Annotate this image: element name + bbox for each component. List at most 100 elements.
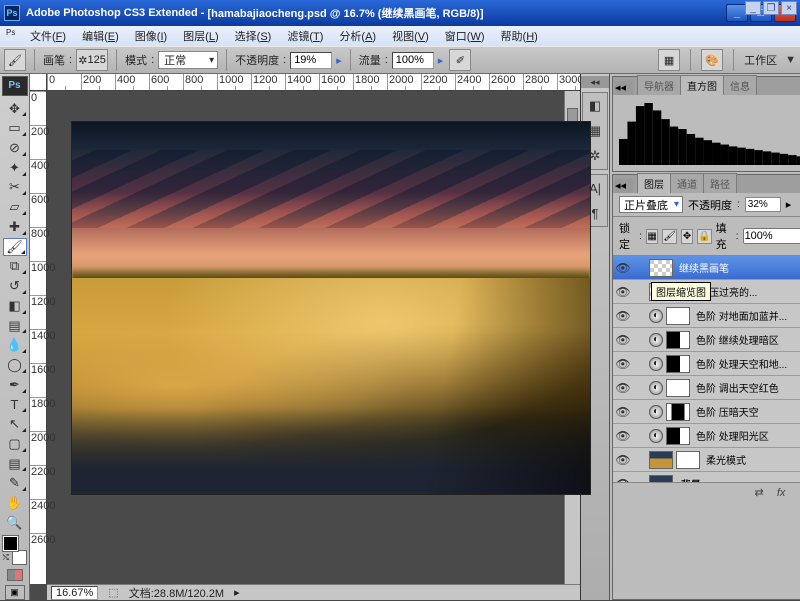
visibility-icon[interactable]: 👁: [613, 381, 633, 395]
menu-select[interactable]: 选择(S): [227, 26, 280, 46]
layer-name[interactable]: 柔光模式: [703, 452, 800, 467]
opacity-flyout-icon[interactable]: ▸: [336, 54, 342, 67]
visibility-icon[interactable]: 👁: [613, 453, 633, 467]
lock-paint-icon[interactable]: 🖌: [662, 229, 677, 244]
visibility-icon[interactable]: 👁: [613, 333, 633, 347]
crop-tool[interactable]: ✂: [3, 179, 27, 197]
history-brush-tool[interactable]: ↺: [3, 277, 27, 295]
notes-tool[interactable]: ▤: [3, 455, 27, 473]
layer-name[interactable]: 背景: [676, 476, 800, 482]
mask-thumb[interactable]: [666, 403, 690, 421]
lock-move-icon[interactable]: ✥: [681, 229, 693, 244]
slice-tool[interactable]: ▱: [3, 198, 27, 216]
eyedropper-tool[interactable]: ✎: [3, 474, 27, 492]
menu-file[interactable]: 文件(F): [22, 26, 74, 46]
layer-thumb[interactable]: [649, 451, 673, 469]
visibility-icon[interactable]: 👁: [613, 429, 633, 443]
doc-close-button[interactable]: ×: [781, 1, 797, 15]
quickmask-toggle[interactable]: [7, 569, 23, 582]
opacity-input[interactable]: [290, 52, 332, 69]
layer-name[interactable]: 色阶 对地面加蓝并...: [693, 308, 800, 323]
marquee-tool[interactable]: ▭: [3, 119, 27, 137]
fill-input[interactable]: [743, 228, 800, 244]
tab-info[interactable]: 信息: [723, 75, 757, 95]
shape-tool[interactable]: ▢: [3, 435, 27, 453]
link-layers-icon[interactable]: ⇄: [751, 486, 767, 500]
blur-tool[interactable]: 💧: [3, 336, 27, 354]
visibility-icon[interactable]: 👁: [613, 261, 633, 275]
background-swatch[interactable]: [12, 550, 27, 565]
dodge-tool[interactable]: ◯: [3, 356, 27, 374]
dock-color-icon[interactable]: ◧: [584, 95, 606, 117]
foreground-swatch[interactable]: [3, 536, 18, 551]
palette-well-icon[interactable]: 🎨: [701, 49, 723, 71]
swap-colors-icon[interactable]: ⤭: [3, 553, 9, 563]
dock-collapse-icon[interactable]: ◂◂: [581, 76, 609, 88]
bridge-icon[interactable]: ▦: [658, 49, 680, 71]
layer-row[interactable]: 👁 柔光模式: [613, 448, 800, 472]
layer-row[interactable]: 👁 继续黑画笔: [613, 256, 800, 280]
brush-tool[interactable]: 🖌: [3, 238, 27, 256]
tab-paths[interactable]: 路径: [703, 173, 737, 193]
menu-edit[interactable]: 编辑(E): [74, 26, 127, 46]
fx-icon[interactable]: fx: [773, 486, 789, 500]
lasso-tool[interactable]: ⊘: [3, 139, 27, 157]
layer-row[interactable]: 👁色阶 对地面加蓝并...: [613, 304, 800, 328]
ruler-vertical[interactable]: 0200400600800100012001400160018002000220…: [30, 91, 47, 584]
zoom-status[interactable]: 16.67%: [51, 586, 98, 600]
workspace-label[interactable]: 工作区: [744, 52, 777, 68]
brush-preset-picker[interactable]: ✲125: [76, 49, 108, 71]
flow-flyout-icon[interactable]: ▸: [438, 54, 444, 67]
layer-name[interactable]: 色阶 继续处理暗区: [693, 332, 800, 347]
tab-channels[interactable]: 通道: [670, 173, 704, 193]
layer-name[interactable]: 继续黑画笔: [676, 260, 800, 275]
lock-trans-icon[interactable]: ▦: [646, 229, 658, 244]
visibility-icon[interactable]: 👁: [613, 285, 633, 299]
status-flyout-icon[interactable]: ▸: [234, 586, 240, 599]
ruler-horizontal[interactable]: 0200400600800100012001400160018002000220…: [47, 74, 580, 91]
wand-tool[interactable]: ✦: [3, 159, 27, 177]
mask-thumb[interactable]: [666, 355, 690, 373]
type-tool[interactable]: T: [3, 396, 27, 414]
menu-help[interactable]: 帮助(H): [493, 26, 546, 46]
gradient-tool[interactable]: ▤: [3, 317, 27, 335]
layer-row[interactable]: 👁黑画笔压过亮的...图层缩览图: [613, 280, 800, 304]
blendmode-select[interactable]: 正片叠底: [619, 196, 683, 213]
path-tool[interactable]: ↖: [3, 415, 27, 433]
layer-name[interactable]: 色阶 调出天空红色: [693, 380, 800, 395]
ruler-origin[interactable]: [30, 74, 47, 91]
hand-tool[interactable]: ✋: [3, 494, 27, 512]
doc-restore-button[interactable]: ❐: [763, 1, 779, 15]
panel-collapse-icon[interactable]: ◂◂: [615, 81, 633, 95]
layer-thumb[interactable]: [649, 475, 673, 483]
menu-layer[interactable]: 图层(L): [175, 26, 226, 46]
document-canvas[interactable]: [71, 121, 591, 495]
layer-name[interactable]: 色阶 处理天空和地...: [693, 356, 800, 371]
menu-analysis[interactable]: 分析(A): [331, 26, 384, 46]
screenmode-button[interactable]: ▣: [5, 585, 25, 599]
menu-window[interactable]: 窗口(W): [437, 26, 493, 46]
layer-row[interactable]: 👁 色阶 处理阳光区: [613, 424, 800, 448]
mask-icon[interactable]: ◐: [795, 486, 800, 500]
layer-row[interactable]: 👁背景🔒: [613, 472, 800, 482]
tab-histogram[interactable]: 直方图: [680, 75, 724, 95]
color-swatches[interactable]: ⤭: [3, 536, 27, 564]
visibility-icon[interactable]: 👁: [613, 357, 633, 371]
tools-header-icon[interactable]: Ps: [2, 76, 28, 96]
mask-thumb[interactable]: [676, 451, 700, 469]
menu-image[interactable]: 图像(I): [127, 26, 175, 46]
mode-select[interactable]: 正常: [158, 51, 218, 69]
airbrush-icon[interactable]: ✐: [449, 49, 471, 71]
visibility-icon[interactable]: 👁: [613, 477, 633, 483]
pen-tool[interactable]: ✒: [3, 376, 27, 394]
layer-row[interactable]: 👁色阶 压暗天空: [613, 400, 800, 424]
lock-all-icon[interactable]: 🔒: [697, 229, 711, 244]
tab-navigator[interactable]: 导航器: [637, 75, 681, 95]
layer-name[interactable]: 色阶 处理阳光区: [693, 428, 800, 443]
mask-thumb[interactable]: [666, 427, 690, 445]
doc-minimize-button[interactable]: _: [745, 1, 761, 15]
menu-filter[interactable]: 滤镜(T): [279, 26, 331, 46]
zoom-tool[interactable]: 🔍: [3, 514, 27, 532]
panel-collapse-icon[interactable]: ◂◂: [615, 179, 633, 193]
eraser-tool[interactable]: ◧: [3, 297, 27, 315]
